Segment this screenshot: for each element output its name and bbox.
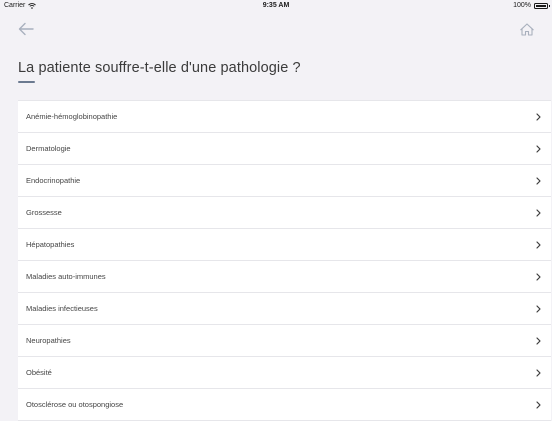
chevron-right-icon [536,400,541,409]
home-icon[interactable] [520,23,534,36]
list-item-label: Endocrinopathie [26,176,81,185]
battery-fill [536,4,546,7]
list-item-label: Otosclérose ou otospongiose [26,400,124,409]
page-title: La patiente souffre-t-elle d'une patholo… [18,60,301,76]
list-item[interactable]: Maladies infectieuses [18,293,551,325]
list-item[interactable]: Neuropathies [18,325,551,357]
chevron-right-icon [536,272,541,281]
list-item[interactable]: Dermatologie [18,133,551,165]
list-item-label: Obésité [26,368,52,377]
chevron-right-icon [536,240,541,249]
chevron-right-icon [536,144,541,153]
list-item-label: Neuropathies [26,336,71,345]
list-item[interactable]: Anémie-hémoglobinopathie [18,101,551,133]
list-item-label: Grossesse [26,208,62,217]
battery-icon [534,2,550,9]
list-item-label: Maladies auto-immunes [26,272,106,281]
list-item-label: Maladies infectieuses [26,304,98,313]
list-item-label: Hépatopathies [26,240,75,249]
title-underline [18,81,35,83]
list-item[interactable]: Obésité [18,357,551,389]
chevron-right-icon [536,176,541,185]
list-item[interactable]: Grossesse [18,197,551,229]
list-item[interactable]: Endocrinopathie [18,165,551,197]
chevron-right-icon [536,304,541,313]
list-item-label: Dermatologie [26,144,71,153]
chevron-right-icon [536,112,541,121]
arrow-left-icon[interactable] [18,22,34,36]
status-bar: Carrier 9:35 AM 100% [0,0,552,12]
status-time: 9:35 AM [262,2,290,9]
battery-percentage: 100% [513,2,531,9]
chevron-right-icon [536,336,541,345]
chevron-right-icon [536,368,541,377]
battery-group: 100% [513,2,550,9]
list-item-label: Anémie-hémoglobinopathie [26,112,118,121]
chevron-right-icon [536,208,541,217]
list-item[interactable]: Hépatopathies [18,229,551,261]
pathology-list: Anémie-hémoglobinopathie Dermatologie En… [18,100,551,421]
list-item[interactable]: Otosclérose ou otospongiose [18,389,551,421]
list-item[interactable]: Maladies auto-immunes [18,261,551,293]
